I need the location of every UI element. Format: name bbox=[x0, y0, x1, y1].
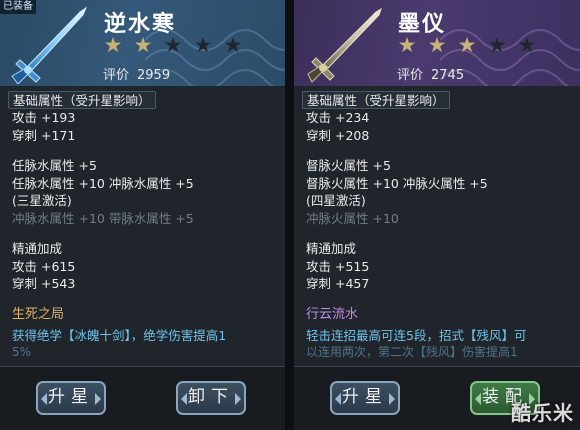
meridian-line: (四星激活) bbox=[306, 193, 366, 208]
star-empty-icon: ★ bbox=[193, 33, 213, 57]
arrow-left-icon bbox=[181, 393, 187, 405]
arrow-right-icon bbox=[235, 393, 241, 405]
base-stat-pierce: 穿刺 +171 bbox=[12, 127, 76, 143]
mastery-title: 精通加成 bbox=[306, 241, 357, 256]
stats-body: 基础属性（受升星影响） 攻击 +234 穿刺 +208 督脉火属性 +5 督脉火… bbox=[294, 86, 580, 366]
skill-description: 轻击连招最高可连5段，招式【残风】可 bbox=[306, 327, 527, 343]
upgrade-star-button[interactable]: 升星 bbox=[36, 381, 106, 415]
star-filled-icon: ★ bbox=[457, 33, 477, 57]
weapon-card-left: 已装备 逆水寒 ★ ★ ★ ★ ★ 评价 2959 基础属性（受升星影响） 攻击 +193… bbox=[0, 0, 285, 430]
star-filled-icon: ★ bbox=[427, 33, 447, 57]
meridian-line: 任脉水属性 +10 冲脉水属性 +5 bbox=[12, 175, 194, 191]
section-label: 基础属性（受升星影响） bbox=[302, 91, 450, 109]
meridian-line: 任脉水属性 +5 bbox=[12, 158, 97, 173]
upgrade-star-label: 升星 bbox=[342, 387, 388, 407]
meridian-line-locked: 冲脉水属性 +10 带脉水属性 +5 bbox=[12, 210, 194, 226]
arrow-left-icon bbox=[335, 393, 341, 405]
mastery-title: 精通加成 bbox=[12, 241, 63, 256]
panel-divider bbox=[285, 0, 294, 430]
sword-icon[interactable] bbox=[300, 4, 386, 84]
base-stat-attack: 攻击 +193 bbox=[12, 110, 76, 125]
arrow-left-icon bbox=[41, 393, 47, 405]
arrow-left-icon bbox=[475, 393, 481, 405]
meridian-line: 督脉火属性 +5 bbox=[306, 158, 391, 173]
upgrade-star-button[interactable]: 升星 bbox=[330, 381, 400, 415]
button-bar: 升星 卸下 bbox=[0, 366, 285, 430]
star-filled-icon: ★ bbox=[133, 33, 153, 57]
star-filled-icon: ★ bbox=[103, 33, 123, 57]
mastery-stat-attack: 攻击 +615 bbox=[12, 258, 76, 274]
watermark-logo: 酷乐米 bbox=[511, 401, 574, 425]
arrow-right-icon bbox=[389, 393, 395, 405]
star-rating: ★ ★ ★ ★ ★ bbox=[100, 34, 246, 56]
skill-description: 获得绝学【冰魄十剑】，绝学伤害提高1 bbox=[12, 327, 227, 343]
weapon-card-right: 墨仪 ★ ★ ★ ★ ★ 评价 2745 基础属性（受升星影响） 攻击 +234 穿刺 +… bbox=[294, 0, 580, 430]
meridian-line: 督脉火属性 +10 冲脉火属性 +5 bbox=[306, 175, 488, 191]
rating: 评价 2745 bbox=[397, 64, 472, 83]
star-filled-icon: ★ bbox=[397, 33, 417, 57]
skill-title: 生死之局 bbox=[12, 306, 65, 322]
skill-title: 行云流水 bbox=[306, 306, 359, 322]
star-empty-icon: ★ bbox=[163, 33, 183, 57]
mastery-stat-attack: 攻击 +515 bbox=[306, 258, 370, 274]
star-empty-icon: ★ bbox=[223, 33, 243, 57]
base-stat-attack: 攻击 +234 bbox=[306, 110, 370, 125]
section-label: 基础属性（受升星影响） bbox=[8, 91, 156, 109]
skill-description-cut: 以连用两次，第二次【残风】伤害提高1 bbox=[306, 344, 518, 359]
arrow-right-icon bbox=[95, 393, 101, 405]
rating-label: 评价 bbox=[397, 68, 424, 83]
star-empty-icon: ★ bbox=[517, 33, 537, 57]
weapon-header: 已装备 逆水寒 ★ ★ ★ ★ ★ 评价 2959 bbox=[0, 0, 285, 86]
star-empty-icon: ★ bbox=[487, 33, 507, 57]
equipped-tag: 已装备 bbox=[0, 0, 36, 14]
unequip-label: 卸下 bbox=[188, 387, 234, 407]
sword-icon[interactable] bbox=[6, 4, 92, 84]
rating-label: 评价 bbox=[103, 68, 130, 83]
upgrade-star-label: 升星 bbox=[48, 387, 94, 407]
star-rating: ★ ★ ★ ★ ★ bbox=[394, 34, 540, 56]
meridian-line-locked: 冲脉火属性 +10 bbox=[306, 210, 399, 226]
stats-body: 基础属性（受升星影响） 攻击 +193 穿刺 +171 任脉水属性 +5 任脉水… bbox=[0, 86, 285, 366]
base-stat-pierce: 穿刺 +208 bbox=[306, 127, 370, 143]
rating-value: 2745 bbox=[431, 68, 465, 83]
unequip-button[interactable]: 卸下 bbox=[176, 381, 246, 415]
rating-value: 2959 bbox=[137, 68, 171, 83]
mastery-stat-pierce: 穿刺 +543 bbox=[12, 276, 76, 291]
skill-description-cut: 5% bbox=[12, 344, 32, 359]
meridian-line: (三星激活) bbox=[12, 193, 72, 208]
weapon-header: 墨仪 ★ ★ ★ ★ ★ 评价 2745 bbox=[294, 0, 580, 86]
rating: 评价 2959 bbox=[103, 64, 178, 83]
mastery-stat-pierce: 穿刺 +457 bbox=[306, 276, 370, 291]
